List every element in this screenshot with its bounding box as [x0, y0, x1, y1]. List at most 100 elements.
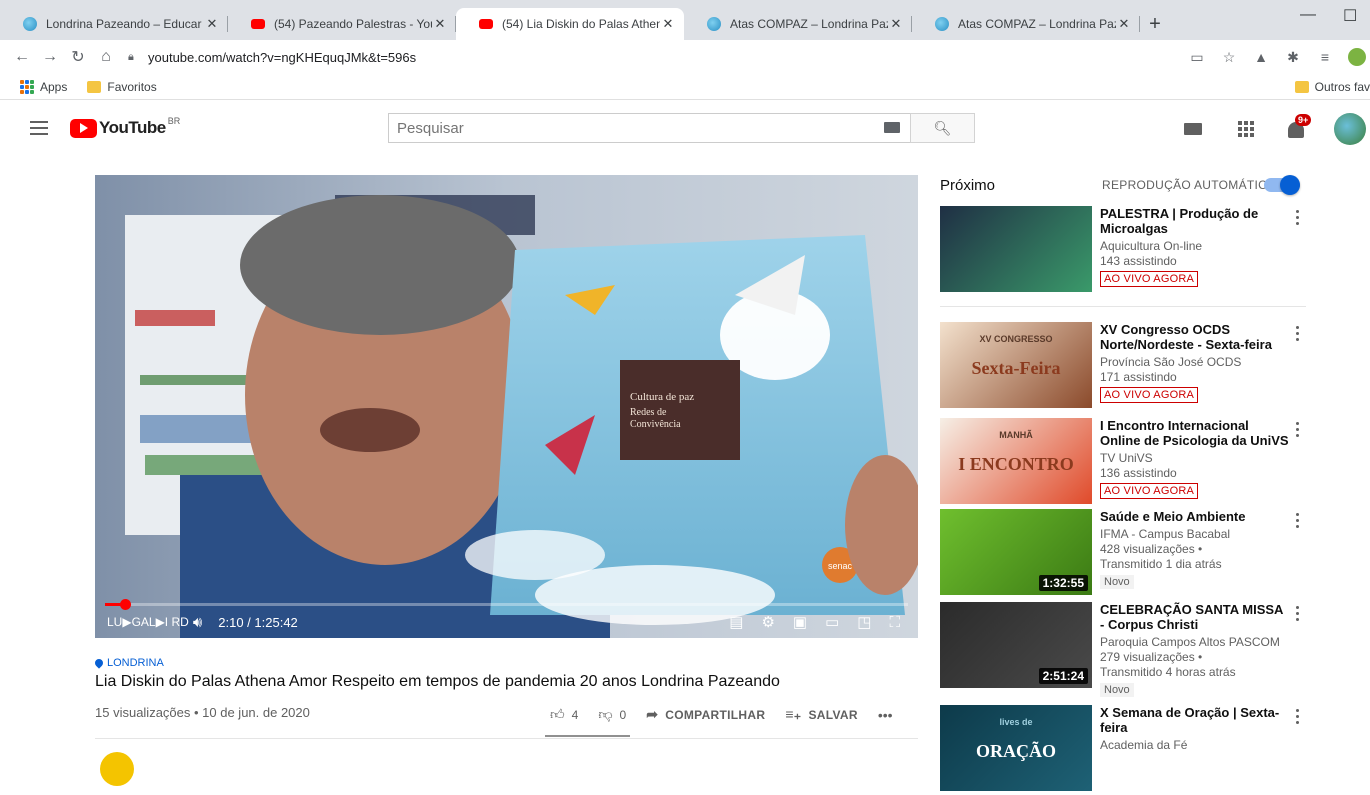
channel-avatar[interactable]: [100, 752, 134, 786]
reading-list-icon[interactable]: ≡: [1316, 48, 1334, 66]
reload-icon[interactable]: ↻: [64, 47, 92, 67]
thumbnail-subtitle: lives de: [999, 717, 1033, 727]
search-icon: 🔍︎: [933, 119, 952, 136]
youtube-icon: [250, 16, 266, 32]
close-tab-icon[interactable]: ✕: [888, 16, 904, 32]
thumbnail-subtitle: XV CONGRESSO: [979, 334, 1053, 344]
like-count: 4: [571, 707, 579, 722]
close-tab-icon[interactable]: ✕: [432, 16, 448, 32]
drive-extension-icon[interactable]: ▲: [1252, 48, 1270, 66]
book-title-line1: Cultura de paz: [630, 391, 694, 403]
forward-icon[interactable]: →: [36, 48, 64, 66]
header-actions: 9+: [1184, 112, 1370, 146]
home-icon[interactable]: ⌂: [92, 48, 120, 66]
recommended-video[interactable]: I ENCONTRO MANHÃ I Encontro Internacional …: [940, 418, 1300, 508]
youtube-wordmark: YouTube: [99, 118, 166, 137]
video-actions: 👍︎ 4 👎︎ 0 ➦ COMPARTILHAR ≡₊ SALVAR •••: [550, 706, 913, 723]
volume-icon[interactable]: 🔊︎: [193, 614, 202, 631]
youtube-icon: [478, 16, 494, 32]
browser-tab[interactable]: Atas COMPAZ – Londrina Pazean✕: [684, 8, 912, 40]
profile-avatar-icon[interactable]: [1348, 48, 1366, 66]
like-button[interactable]: 👍︎ 4: [550, 706, 578, 723]
youtube-logo[interactable]: YouTube BR: [70, 116, 180, 138]
url-field[interactable]: 🔒︎ youtube.com/watch?v=ngKHEquqJMk&t=596…: [128, 44, 1178, 70]
maximize-button[interactable]: ☐: [1343, 6, 1357, 26]
video-thumbnail[interactable]: [940, 206, 1092, 292]
video-info: PALESTRA | Produção de Microalgas Aquicul…: [1100, 206, 1290, 287]
bookmark-outros-label: Outros fav: [1314, 80, 1370, 94]
video-thumbnail[interactable]: 1:32:55: [940, 509, 1092, 595]
more-vertical-icon[interactable]: [1294, 422, 1300, 437]
close-tab-icon[interactable]: ✕: [1116, 16, 1132, 32]
video-thumbnail[interactable]: I ENCONTRO MANHÃ: [940, 418, 1092, 504]
autoplay-toggle[interactable]: [1264, 175, 1300, 195]
location-label: LONDRINA: [107, 657, 164, 669]
more-vertical-icon[interactable]: [1294, 513, 1300, 528]
more-actions-button[interactable]: •••: [878, 707, 893, 723]
close-tab-icon[interactable]: ✕: [660, 16, 676, 32]
recommended-video[interactable]: Sexta-Feira XV CONGRESSO XV Congresso OCDS…: [940, 322, 1300, 412]
create-video-icon[interactable]: [1184, 123, 1202, 135]
search-button[interactable]: 🔍︎: [910, 113, 975, 143]
bookmark-apps[interactable]: Apps: [20, 79, 67, 94]
subtitles-icon[interactable]: ▤: [729, 613, 743, 631]
globe-icon: [22, 16, 38, 32]
more-vertical-icon[interactable]: [1294, 210, 1300, 225]
browser-tab[interactable]: (54) Lia Diskin do Palas Athena A✕: [456, 8, 684, 40]
playlist-add-icon: ≡₊: [785, 706, 802, 722]
search-bar: 🔍︎: [388, 113, 975, 143]
reader-mode-icon[interactable]: ▭: [1188, 48, 1206, 66]
extensions-icon[interactable]: ✱: [1284, 48, 1302, 66]
live-now-badge: AO VIVO AGORA: [1100, 271, 1199, 287]
video-title: Lia Diskin do Palas Athena Amor Respeito…: [95, 673, 780, 690]
bookmark-favoritos[interactable]: Favoritos: [87, 80, 157, 94]
location-pin-icon: [93, 657, 105, 669]
bookmark-outros[interactable]: Outros fav: [1294, 74, 1370, 100]
account-avatar[interactable]: [1334, 113, 1366, 145]
view-count: 279 visualizações •: [1100, 650, 1203, 664]
more-vertical-icon[interactable]: [1294, 606, 1300, 621]
notifications-badge: 9+: [1295, 114, 1312, 126]
recommended-video[interactable]: 1:32:55 Saúde e Meio Ambiente IFMA - Campu…: [940, 509, 1300, 599]
video-thumbnail[interactable]: 2:51:24: [940, 602, 1092, 688]
browser-tab[interactable]: (54) Pazeando Palestras - YouTub✕: [228, 8, 456, 40]
book-title-line2: Redes de: [630, 407, 667, 418]
back-icon[interactable]: ←: [8, 48, 36, 66]
browser-tab[interactable]: Londrina Pazeando – Educar para✕: [0, 8, 228, 40]
settings-gear-icon[interactable]: ⚙: [761, 613, 774, 631]
tab-title: Atas COMPAZ – Londrina Pazean: [958, 17, 1116, 31]
bookmark-star-icon[interactable]: ☆: [1220, 48, 1238, 66]
minimize-button[interactable]: —: [1300, 6, 1316, 24]
notifications-bell-icon[interactable]: 9+: [1286, 114, 1312, 140]
tab-title: Londrina Pazeando – Educar para: [46, 17, 204, 31]
search-input[interactable]: [388, 113, 910, 143]
video-thumbnail[interactable]: ORAÇÃO lives de: [940, 705, 1092, 791]
view-count: 428 visualizações •: [1100, 542, 1203, 556]
miniplayer-icon[interactable]: ▣: [793, 613, 807, 631]
new-tab-button[interactable]: +: [1140, 8, 1170, 40]
lock-icon: 🔒︎: [128, 50, 134, 63]
close-tab-icon[interactable]: ✕: [204, 16, 220, 32]
fullscreen-icon[interactable]: ⛶: [889, 614, 900, 631]
browser-tab[interactable]: Atas COMPAZ – Londrina Pazean✕: [912, 8, 1140, 40]
recommended-video[interactable]: 2:51:24 CELEBRAÇÃO SANTA MISSA - Corpus C…: [940, 602, 1300, 697]
video-player[interactable]: Cultura de paz Redes de Convivência sena…: [95, 175, 918, 638]
globe-icon: [934, 16, 950, 32]
save-button[interactable]: ≡₊ SALVAR: [785, 706, 858, 723]
recommended-video[interactable]: PALESTRA | Produção de Microalgas Aquicul…: [940, 206, 1300, 296]
recommended-video[interactable]: ORAÇÃO lives de X Semana de Oração | Sexta…: [940, 705, 1300, 795]
youtube-play-icon: [70, 118, 97, 138]
menu-icon[interactable]: [30, 121, 48, 135]
more-vertical-icon[interactable]: [1294, 709, 1300, 724]
share-button[interactable]: ➦ COMPARTILHAR: [646, 706, 765, 723]
theater-mode-icon[interactable]: ▭: [825, 613, 839, 631]
keyboard-icon[interactable]: [884, 122, 900, 133]
apps-icon[interactable]: [1238, 121, 1254, 137]
location-tag[interactable]: LONDRINA: [93, 657, 164, 669]
cast-icon[interactable]: ◳: [857, 613, 871, 631]
dislike-button[interactable]: 👎︎ 0: [598, 706, 626, 723]
new-badge: Novo: [1100, 575, 1134, 589]
more-vertical-icon[interactable]: [1294, 326, 1300, 341]
video-thumbnail[interactable]: Sexta-Feira XV CONGRESSO: [940, 322, 1092, 408]
apps-grid-icon: [20, 79, 34, 94]
